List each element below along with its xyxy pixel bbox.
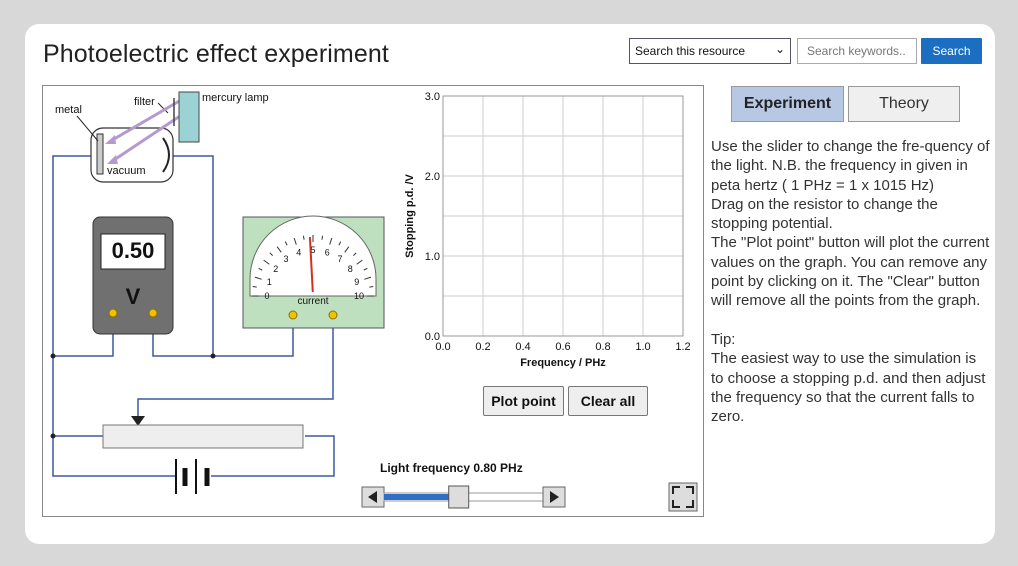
clear-all-button[interactable]: Clear all	[568, 386, 648, 416]
chart-xtick-label: 0.2	[475, 341, 490, 353]
voltmeter-reading: 0.50	[112, 238, 155, 263]
ammeter-scale-label: 3	[283, 254, 288, 264]
search-input[interactable]: Search keywords..	[797, 38, 917, 64]
ammeter-scale-label: 4	[296, 247, 301, 257]
ammeter-scale-label: 0	[264, 291, 269, 301]
resistor[interactable]	[102, 424, 304, 449]
ammeter-tick	[321, 235, 324, 240]
ammeter-scale-label: 8	[348, 264, 353, 274]
metal-plate	[96, 133, 104, 175]
instructions-para-1: Use the slider to change the fre-quency …	[711, 138, 990, 194]
ammeter-scale-label: 10	[354, 291, 364, 301]
page-title: Photoelectric effect experiment	[43, 40, 389, 68]
ammeter-tick	[369, 285, 374, 288]
search-scope-select[interactable]: Search this resource ⌄	[629, 38, 791, 64]
frequency-slider[interactable]	[361, 485, 566, 509]
ammeter-tick	[302, 235, 305, 240]
fullscreen-button[interactable]	[668, 482, 698, 512]
vacuum-label: vacuum	[107, 165, 146, 177]
ammeter-scale-label: 9	[354, 277, 359, 287]
tab-experiment[interactable]: Experiment	[731, 86, 844, 122]
search-button[interactable]: Search	[921, 38, 982, 64]
chevron-down-icon: ⌄	[774, 42, 785, 56]
chart-xtick-label: 1.2	[675, 341, 690, 353]
search-scope-value: Search this resource	[635, 44, 746, 58]
chart-ytick-label: 2.0	[425, 171, 440, 183]
chart-xtick-label: 0.8	[595, 341, 610, 353]
ammeter-scale-label: 6	[325, 247, 330, 257]
stopping-potential-chart: 0.0 0.2 0.4 0.6 0.8 1.0 1.2 0.01.02.03.0 Frequ…	[404, 91, 691, 369]
mercury-lamp	[178, 91, 200, 143]
ammeter-tick	[252, 285, 257, 288]
instructions-para-2: Drag on the resistor to change the stopp…	[711, 195, 938, 233]
voltmeter-unit: V	[126, 284, 141, 309]
frequency-label: Light frequency 0.80 PHz	[380, 461, 523, 475]
ammeter: 01234 5 678910 current	[242, 215, 385, 329]
chart-xtick-label: 1.0	[635, 341, 650, 353]
slider-fill	[384, 494, 449, 500]
ammeter-scale-label: 1	[267, 277, 272, 287]
tip-heading: Tip:	[711, 330, 736, 348]
slider-thumb[interactable]	[448, 485, 470, 509]
ammeter-label: current	[297, 296, 328, 307]
chart-ytick-label: 3.0	[425, 91, 440, 103]
tip-text: The easiest way to use the simulation is…	[711, 350, 986, 426]
chart-ytick-label: 0.0	[425, 331, 440, 343]
lamp-label: mercury lamp	[202, 92, 269, 104]
ammeter-scale-label: 2	[273, 264, 278, 274]
chart-xlabel: Frequency / PHz	[520, 357, 606, 369]
battery	[175, 459, 210, 494]
chart-ytick-label: 1.0	[425, 251, 440, 263]
instructions-para-3: The "Plot point" button will plot the cu…	[711, 234, 990, 310]
chart-xtick-label: 0.4	[515, 341, 530, 353]
photocell-tube: vacuum	[90, 127, 174, 183]
chart-xtick-label: 0.6	[555, 341, 570, 353]
simulation-panel: vacuum metal filter mercury lamp 0.50 V	[42, 85, 704, 517]
voltmeter: 0.50 V	[92, 216, 174, 335]
chart-ylabel: Stopping p.d. /V	[404, 173, 416, 257]
filter-label: filter	[134, 96, 155, 108]
plot-point-button[interactable]: Plot point	[483, 386, 564, 416]
tab-theory[interactable]: Theory	[848, 86, 960, 122]
ammeter-scale-label: 7	[338, 254, 343, 264]
instructions-panel: Use the slider to change the fre-quency …	[711, 137, 991, 426]
metal-label: metal	[55, 104, 82, 116]
